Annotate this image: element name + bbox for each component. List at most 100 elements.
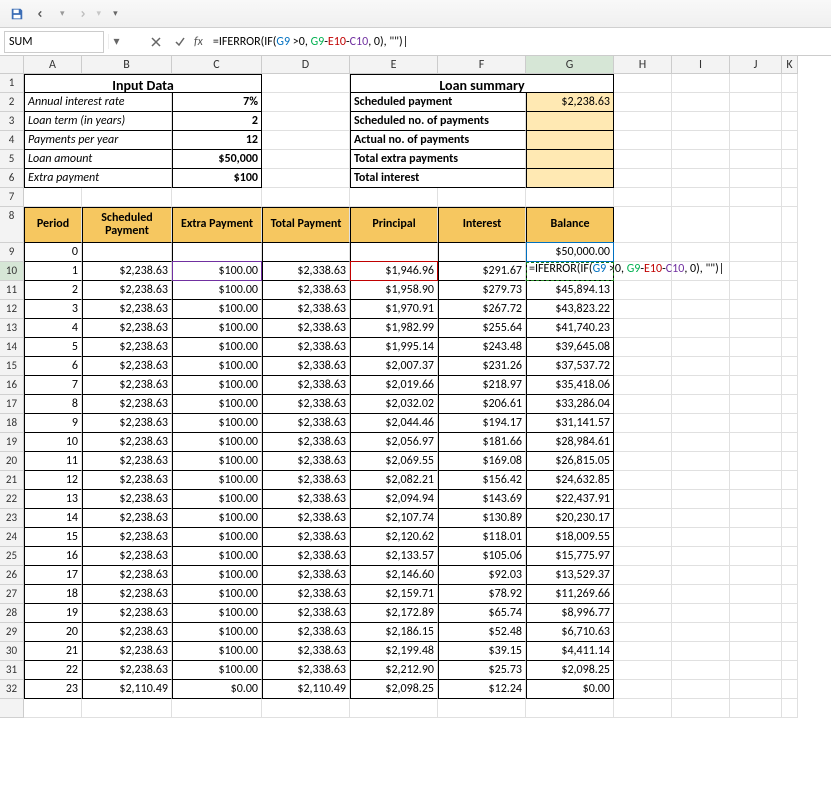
amort-cell[interactable]: $2,098.25	[526, 661, 614, 680]
amort-cell[interactable]: $2,238.63	[82, 642, 172, 661]
amort-cell[interactable]: $100.00	[172, 357, 262, 376]
amort-cell[interactable]: $2,338.63	[262, 547, 350, 566]
cell[interactable]	[730, 93, 782, 112]
amort-cell[interactable]: $100.00	[172, 642, 262, 661]
amort-cell[interactable]: $2,120.62	[350, 528, 438, 547]
amort-cell[interactable]: $2,238.63	[82, 661, 172, 680]
cell[interactable]	[672, 74, 730, 93]
amort-cell[interactable]: $218.97	[438, 376, 526, 395]
amort-cell[interactable]: $1,958.90	[350, 281, 438, 300]
summary-value[interactable]	[526, 131, 614, 150]
amort-cell[interactable]: $22,437.91	[526, 490, 614, 509]
cell[interactable]	[782, 566, 798, 585]
cell[interactable]	[614, 414, 672, 433]
cell[interactable]	[730, 471, 782, 490]
cell[interactable]	[614, 585, 672, 604]
cell[interactable]	[672, 338, 730, 357]
amort-cell[interactable]: $100.00	[172, 661, 262, 680]
amort-cell[interactable]: $2,238.63	[82, 566, 172, 585]
amort-cell[interactable]: $2,338.63	[262, 452, 350, 471]
row-header-5[interactable]: 5	[0, 150, 24, 169]
amort-cell[interactable]: $100.00	[172, 414, 262, 433]
cell[interactable]	[730, 169, 782, 188]
cell[interactable]	[782, 243, 798, 262]
amort-cell[interactable]: $100.00	[172, 395, 262, 414]
period-cell[interactable]: 23	[24, 680, 82, 699]
cell[interactable]	[782, 680, 798, 699]
amort-cell[interactable]: $2,238.63	[82, 623, 172, 642]
amort-cell[interactable]: $26,815.05	[526, 452, 614, 471]
row-header-18[interactable]: 18	[0, 414, 24, 433]
cell[interactable]	[782, 150, 798, 169]
period-cell[interactable]: 12	[24, 471, 82, 490]
amort-cell[interactable]: $92.03	[438, 566, 526, 585]
amort-cell[interactable]: $255.64	[438, 319, 526, 338]
amort-cell[interactable]	[172, 243, 262, 262]
amort-cell[interactable]: $35,418.06	[526, 376, 614, 395]
cell[interactable]	[672, 490, 730, 509]
cell[interactable]	[672, 395, 730, 414]
amort-cell[interactable]: $100.00	[172, 490, 262, 509]
amort-cell[interactable]: $194.17	[438, 414, 526, 433]
cell[interactable]	[782, 357, 798, 376]
amort-cell[interactable]: $2,238.63	[82, 585, 172, 604]
amort-cell[interactable]: $100.00	[172, 452, 262, 471]
amort-cell[interactable]: $2,338.63	[262, 338, 350, 357]
cell[interactable]	[782, 300, 798, 319]
period-cell[interactable]: 8	[24, 395, 82, 414]
name-box[interactable]: SUM	[4, 31, 104, 53]
row-header-14[interactable]: 14	[0, 338, 24, 357]
period-cell[interactable]: 15	[24, 528, 82, 547]
amort-cell[interactable]: $2,338.63	[262, 528, 350, 547]
amort-cell[interactable]: $2,069.55	[350, 452, 438, 471]
amort-cell[interactable]: $24,632.85	[526, 471, 614, 490]
cell[interactable]	[614, 169, 672, 188]
amort-cell[interactable]: $2,238.63	[82, 604, 172, 623]
cell[interactable]	[526, 188, 614, 207]
amort-cell[interactable]: $2,338.63	[262, 623, 350, 642]
cell[interactable]	[614, 74, 672, 93]
cell[interactable]	[782, 338, 798, 357]
amort-cell[interactable]: $2,186.15	[350, 623, 438, 642]
amort-cell[interactable]: $2,238.63	[82, 319, 172, 338]
amort-cell[interactable]: $2,159.71	[350, 585, 438, 604]
amort-cell[interactable]: $2,133.57	[350, 547, 438, 566]
cell[interactable]	[614, 433, 672, 452]
period-cell[interactable]: 4	[24, 319, 82, 338]
cell[interactable]	[730, 680, 782, 699]
amort-cell[interactable]: $2,338.63	[262, 566, 350, 585]
cell[interactable]	[782, 623, 798, 642]
input-value[interactable]: $100	[172, 169, 262, 188]
cell[interactable]	[614, 452, 672, 471]
cell[interactable]	[782, 471, 798, 490]
cell[interactable]	[614, 300, 672, 319]
cell[interactable]	[672, 471, 730, 490]
amort-cell[interactable]: $1,970.91	[350, 300, 438, 319]
cell[interactable]	[614, 395, 672, 414]
cell[interactable]	[614, 188, 672, 207]
row-header-13[interactable]: 13	[0, 319, 24, 338]
amort-cell[interactable]: $28,984.61	[526, 433, 614, 452]
cell[interactable]	[614, 207, 672, 243]
cell[interactable]	[614, 243, 672, 262]
cancel-icon[interactable]	[145, 31, 167, 53]
row-header-22[interactable]: 22	[0, 490, 24, 509]
amort-cell[interactable]: $2,338.63	[262, 357, 350, 376]
period-cell[interactable]: 1	[24, 262, 82, 281]
row-header-9[interactable]: 9	[0, 243, 24, 262]
cell[interactable]	[782, 490, 798, 509]
amort-cell[interactable]: $1,982.99	[350, 319, 438, 338]
amort-cell[interactable]: $2,032.02	[350, 395, 438, 414]
amort-cell[interactable]: $105.06	[438, 547, 526, 566]
cell[interactable]	[730, 207, 782, 243]
amort-cell[interactable]: $31,141.57	[526, 414, 614, 433]
formula-input[interactable]: =IFERROR(IF(G9 >0, G9-E10-C10, 0), "")	[209, 35, 831, 49]
amort-cell[interactable]: $0.00	[526, 680, 614, 699]
cell[interactable]	[672, 150, 730, 169]
undo-icon[interactable]	[32, 3, 54, 25]
cell[interactable]	[614, 509, 672, 528]
cell[interactable]	[782, 188, 798, 207]
row-header-2[interactable]: 2	[0, 93, 24, 112]
row-header-17[interactable]: 17	[0, 395, 24, 414]
cell[interactable]	[262, 169, 350, 188]
